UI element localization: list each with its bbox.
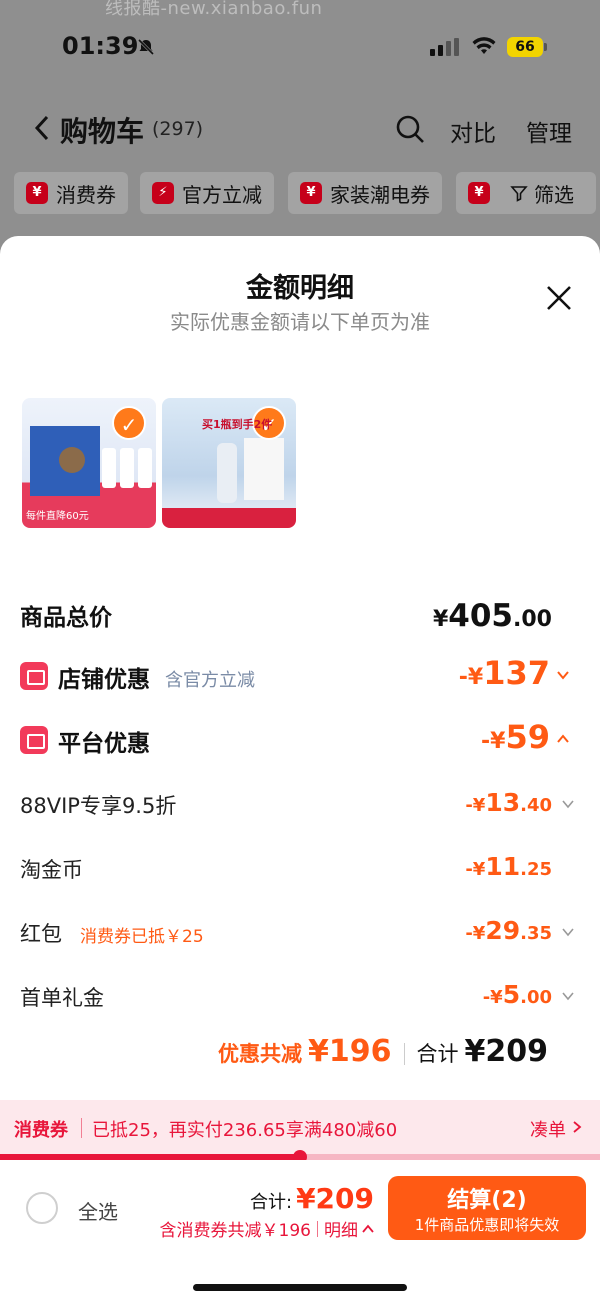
chevron-down-icon bbox=[562, 928, 574, 937]
discount-item-label: 首单礼金 bbox=[20, 986, 104, 1010]
checkout-bar: 全选 合计: ¥209 含消费券共减￥196 明细 结算(2) 1件商品优惠即将… bbox=[0, 1160, 600, 1304]
coupon-icon: ¥ bbox=[300, 182, 322, 204]
nav-bar: 购物车 (297) 对比 管理 bbox=[0, 100, 600, 156]
discount-item-label: 淘金币 bbox=[20, 858, 83, 882]
coupon-progress-bar[interactable]: 消费券 已抵25，再实付236.65享满480减60 凑单 bbox=[0, 1100, 600, 1154]
chevron-up-icon bbox=[362, 1224, 374, 1233]
sheet-title: 金额明细 bbox=[246, 273, 354, 304]
store-icon bbox=[20, 662, 48, 690]
coupon-tag: 消费券 bbox=[14, 1120, 68, 1141]
chip-label: 消费券 bbox=[56, 182, 116, 207]
battery-tip bbox=[544, 43, 547, 51]
chip-official-discount[interactable]: ⚡ 官方立减 bbox=[140, 172, 274, 214]
chip-filter[interactable]: ¥ 筛选 bbox=[456, 172, 596, 214]
product-caption: 每件直降60元 bbox=[26, 511, 89, 522]
discount-item-amount: -¥29.35 bbox=[465, 916, 552, 945]
product-thumbnail[interactable]: ✓ 买1瓶到手2件 bbox=[162, 398, 296, 528]
coupon-icon: ¥ bbox=[26, 182, 48, 204]
coupon-icon: ¥ bbox=[468, 182, 490, 204]
platform-discount-label: 平台优惠 bbox=[58, 731, 150, 757]
store-discount-label: 店铺优惠 bbox=[58, 667, 150, 693]
selected-check-icon: ✓ bbox=[112, 406, 146, 440]
compare-button[interactable]: 对比 bbox=[450, 114, 496, 148]
home-indicator bbox=[193, 1284, 407, 1291]
battery-indicator: 66 bbox=[507, 37, 543, 57]
select-all-radio[interactable] bbox=[26, 1192, 58, 1224]
platform-discount-amount: -¥59 bbox=[481, 718, 550, 756]
discount-item-amount: -¥11.25 bbox=[465, 852, 552, 881]
signal-icon bbox=[430, 38, 459, 56]
chevron-up-icon bbox=[557, 734, 569, 743]
discount-item-gold-coin: 淘金币 -¥11.25 bbox=[0, 852, 600, 888]
discount-item-red-packet[interactable]: 红包 消费券已抵￥25 -¥29.35 bbox=[0, 916, 600, 952]
chip-home-appliance-coupon[interactable]: ¥ 家装潮电券 bbox=[288, 172, 442, 214]
watermark: 线报酷-new.xianbao.fun bbox=[105, 0, 323, 19]
add-items-link[interactable]: 凑单 bbox=[530, 1116, 566, 1142]
select-all-label[interactable]: 全选 bbox=[78, 1196, 118, 1225]
chip-label: 家装潮电券 bbox=[330, 182, 430, 207]
checkout-button[interactable]: 结算(2) 1件商品优惠即将失效 bbox=[388, 1176, 586, 1240]
product-caption: 买1瓶到手2件 bbox=[202, 418, 273, 431]
discount-item-vip[interactable]: 88VIP专享9.5折 -¥13.40 bbox=[0, 788, 600, 824]
filter-label: 筛选 bbox=[534, 182, 574, 207]
discount-item-label: 红包 bbox=[20, 922, 62, 946]
filter-icon bbox=[510, 186, 528, 202]
discount-item-note: 消费券已抵￥25 bbox=[80, 927, 204, 947]
checkout-sublabel: 1件商品优惠即将失效 bbox=[414, 1216, 560, 1234]
store-discount-row[interactable]: 店铺优惠 含官方立减 -¥137 bbox=[0, 654, 600, 698]
divider bbox=[317, 1220, 318, 1237]
divider bbox=[403, 1043, 405, 1065]
divider bbox=[81, 1118, 82, 1138]
filter-chips: ¥ 消费券 ⚡ 官方立减 ¥ 家装潮电券 ¥ 筛选 bbox=[0, 172, 600, 216]
wifi-icon bbox=[472, 37, 496, 54]
coupon-icon bbox=[20, 726, 48, 754]
background-page: 线报酷-new.xianbao.fun 01:39 66 购物车 (297) 对… bbox=[0, 0, 600, 260]
cart-count: (297) bbox=[152, 118, 204, 140]
close-icon[interactable] bbox=[545, 284, 573, 312]
total-price-value: ¥405.00 bbox=[432, 598, 552, 634]
platform-discount-row[interactable]: 平台优惠 -¥59 bbox=[0, 718, 600, 762]
grand-total-label: 合计 bbox=[416, 1042, 459, 1066]
discount-item-amount: -¥5.00 bbox=[482, 980, 552, 1009]
page-title: 购物车 bbox=[60, 115, 145, 148]
total-discount-label: 优惠共减 bbox=[218, 1042, 302, 1066]
discount-item-first-order[interactable]: 首单礼金 -¥5.00 bbox=[0, 980, 600, 1016]
store-discount-amount: -¥137 bbox=[458, 654, 550, 692]
summary-line: 优惠共减 ¥196 合计 ¥209 bbox=[218, 1034, 548, 1074]
discount-item-label: 88VIP专享9.5折 bbox=[20, 794, 177, 818]
chevron-down-icon bbox=[557, 671, 569, 680]
back-icon[interactable] bbox=[34, 114, 50, 142]
chevron-down-icon bbox=[562, 800, 574, 809]
status-time: 01:39 bbox=[62, 32, 139, 60]
product-thumbnail[interactable]: ✓ 每件直降60元 bbox=[22, 398, 156, 528]
status-bar: 01:39 66 bbox=[0, 22, 600, 72]
total-discount-amount: ¥196 bbox=[308, 1034, 392, 1069]
chip-consumer-coupon[interactable]: ¥ 消费券 bbox=[14, 172, 128, 214]
discount-item-amount: -¥13.40 bbox=[465, 788, 552, 817]
chip-label: 官方立减 bbox=[182, 182, 262, 207]
total-price-label: 商品总价 bbox=[20, 605, 112, 631]
grand-total-amount: ¥209 bbox=[464, 1034, 549, 1069]
chevron-down-icon bbox=[562, 992, 574, 1001]
search-icon[interactable] bbox=[395, 114, 425, 144]
store-discount-note: 含官方立减 bbox=[165, 670, 255, 691]
chevron-right-icon bbox=[573, 1121, 582, 1133]
bottom-total: 合计: ¥209 bbox=[249, 1182, 374, 1215]
bell-muted-icon bbox=[137, 38, 155, 56]
lightning-icon: ⚡ bbox=[152, 182, 174, 204]
discount-detail-link[interactable]: 含消费券共减￥196 明细 bbox=[160, 1216, 374, 1241]
manage-button[interactable]: 管理 bbox=[526, 114, 572, 148]
coupon-text: 已抵25，再实付236.65享满480减60 bbox=[92, 1120, 398, 1141]
sheet-subtitle: 实际优惠金额请以下单页为准 bbox=[170, 310, 430, 334]
checkout-label: 结算(2) bbox=[447, 1188, 527, 1213]
